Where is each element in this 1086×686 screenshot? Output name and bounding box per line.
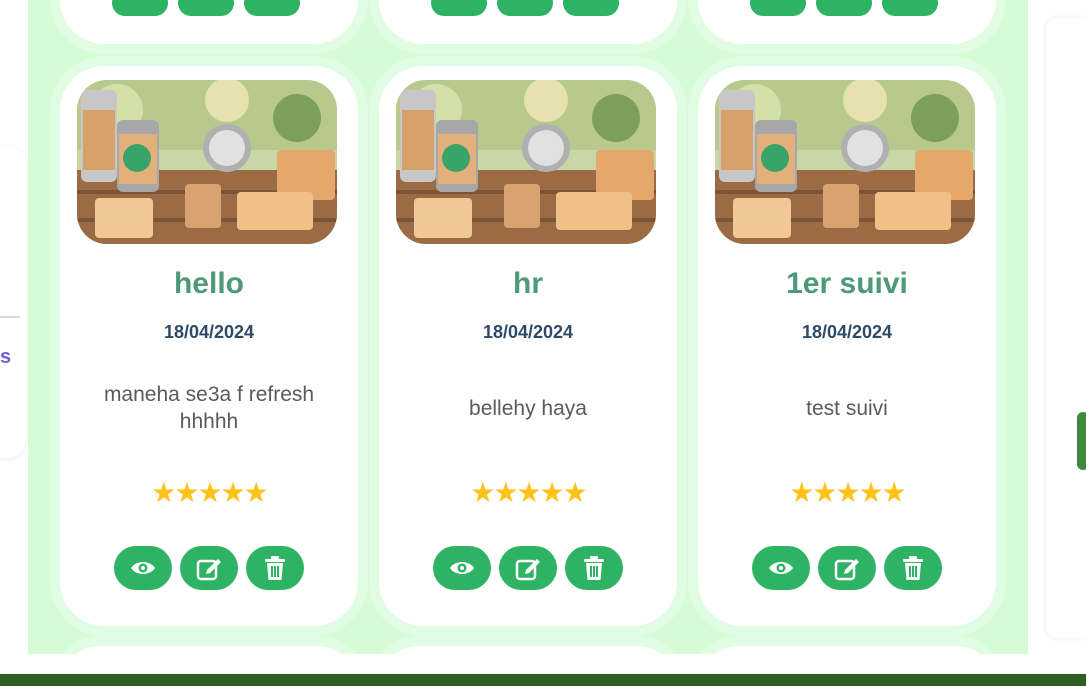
edit-icon: [515, 559, 540, 581]
left-panel-text[interactable]: s: [0, 346, 11, 369]
visit-card: hr 18/04/2024 bellehy haya ★★★★★: [379, 66, 677, 626]
card-date: 18/04/2024: [801, 322, 893, 342]
card-title: hr: [513, 267, 543, 300]
trash-icon: [903, 556, 923, 580]
product-photo-icon: [396, 80, 656, 244]
edit-button-top[interactable]: [178, 0, 234, 16]
product-image: [396, 80, 656, 244]
visit-card: hello 18/04/2024 maneha se3a f refresh h…: [60, 66, 358, 626]
view-button[interactable]: [433, 546, 491, 590]
product-image: [77, 80, 337, 244]
star-icon: ★★★★★: [151, 476, 269, 509]
delete-button-top[interactable]: [882, 0, 938, 16]
left-side-panel: [0, 146, 26, 458]
rating-stars: ★★★★★: [698, 478, 996, 508]
card-date: 18/04/2024: [163, 322, 255, 342]
card-actions: [379, 546, 677, 590]
product-photo-icon: [77, 80, 337, 244]
card-description: test suivi: [806, 396, 888, 420]
view-button[interactable]: [114, 546, 172, 590]
card-description: maneha se3a f refresh hhhhh: [103, 383, 315, 433]
view-button-top[interactable]: [431, 0, 487, 16]
right-panel: [1046, 18, 1086, 638]
delete-button[interactable]: [246, 546, 304, 590]
card-bottom-1: [60, 646, 358, 654]
edit-icon: [196, 559, 221, 581]
visit-card: 1er suivi 18/04/2024 test suivi ★★★★★: [698, 66, 996, 626]
trash-icon: [584, 556, 604, 580]
card-title: 1er suivi: [786, 267, 908, 300]
edit-button[interactable]: [180, 546, 238, 590]
card-bottom-3: [698, 646, 996, 654]
rating-stars: ★★★★★: [379, 478, 677, 508]
card-title: hello: [173, 267, 244, 300]
eye-icon: [769, 562, 793, 574]
cards-grid: hello 18/04/2024 maneha se3a f refresh h…: [28, 0, 1028, 654]
edit-button-top[interactable]: [816, 0, 872, 16]
delete-button[interactable]: [884, 546, 942, 590]
card-date: 18/04/2024: [482, 322, 574, 342]
product-photo-icon: [715, 80, 975, 244]
card-bottom-2: [379, 646, 677, 654]
card-description: bellehy haya: [469, 396, 587, 420]
left-panel-divider: [0, 316, 20, 318]
edit-button-top[interactable]: [497, 0, 553, 16]
delete-button-top[interactable]: [244, 0, 300, 16]
card-actions: [60, 546, 358, 590]
bottom-bar: [0, 674, 1086, 686]
star-icon: ★★★★★: [470, 476, 588, 509]
scrollbar-thumb[interactable]: [1077, 412, 1086, 470]
delete-button-top[interactable]: [563, 0, 619, 16]
view-button[interactable]: [752, 546, 810, 590]
edit-icon: [834, 559, 859, 581]
eye-icon: [450, 562, 474, 574]
edit-button[interactable]: [499, 546, 557, 590]
card-actions: [698, 546, 996, 590]
delete-button[interactable]: [565, 546, 623, 590]
edit-button[interactable]: [818, 546, 876, 590]
product-image: [715, 80, 975, 244]
star-icon: ★★★★★: [789, 476, 907, 509]
card-top-2: [379, 0, 677, 44]
view-button-top[interactable]: [750, 0, 806, 16]
view-button-top[interactable]: [112, 0, 168, 16]
rating-stars: ★★★★★: [60, 478, 358, 508]
eye-icon: [131, 562, 155, 574]
trash-icon: [265, 556, 285, 580]
card-top-3: [698, 0, 996, 44]
card-top-1: [60, 0, 358, 44]
